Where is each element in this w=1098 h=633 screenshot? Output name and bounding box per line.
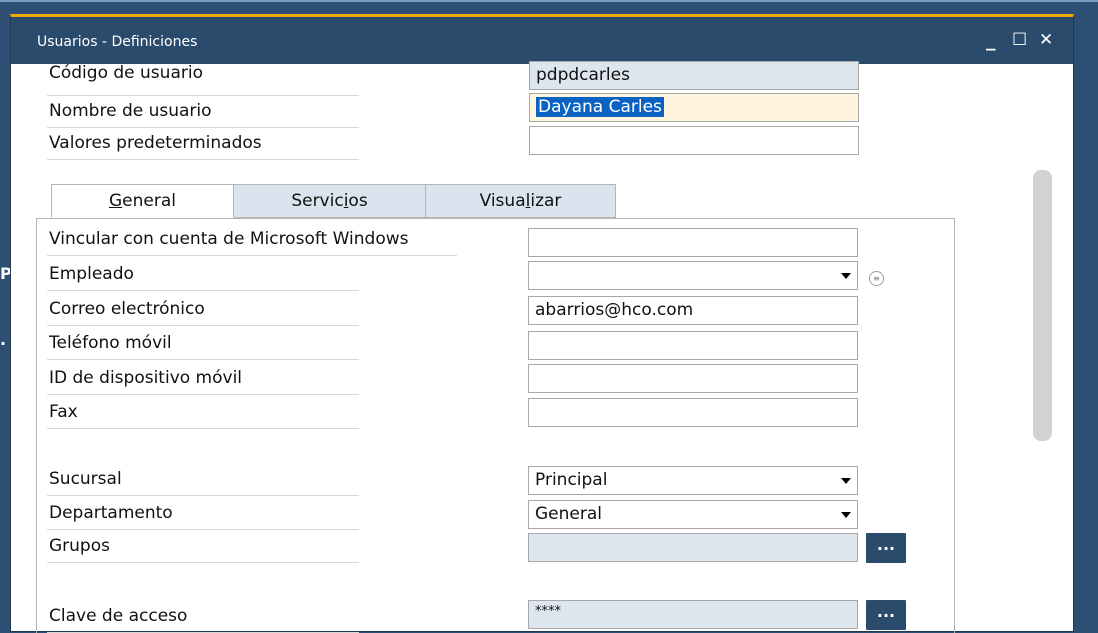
user-definitions-window: Usuarios - Definiciones _ ☐ ✕ Código de …: [10, 14, 1074, 633]
password-label: Clave de acceso: [49, 606, 188, 626]
user-code-field[interactable]: pdpdcarles: [529, 61, 859, 90]
user-name-selected-text: Dayana Carles: [536, 97, 664, 117]
password-change-button[interactable]: ...: [866, 600, 906, 630]
department-select[interactable]: General: [528, 500, 858, 529]
fax-label: Fax: [49, 402, 78, 422]
branch-select[interactable]: Principal: [528, 466, 858, 495]
branch-label: Sucursal: [49, 469, 122, 489]
mobile-device-field[interactable]: [528, 364, 858, 393]
user-code-row: Código de usuario: [47, 63, 359, 96]
window-title: Usuarios - Definiciones: [37, 34, 198, 50]
mobile-phone-row: Teléfono móvil: [47, 328, 359, 360]
mobile-device-row: ID de dispositivo móvil: [47, 363, 359, 395]
tab-general[interactable]: General: [51, 184, 234, 218]
branch-row: Sucursal: [47, 464, 359, 496]
tab-display[interactable]: Visualizar: [425, 184, 616, 218]
windows-account-field[interactable]: [528, 228, 858, 257]
windows-account-row: Vincular con cuenta de Microsoft Windows: [47, 224, 457, 256]
user-name-label: Nombre de usuario: [49, 101, 212, 121]
password-row: Clave de acceso: [47, 601, 359, 633]
department-label: Departamento: [49, 503, 173, 523]
user-code-label: Código de usuario: [49, 63, 203, 83]
chevron-down-icon: [841, 273, 851, 279]
employee-label: Empleado: [49, 264, 134, 284]
chevron-down-icon: [841, 478, 851, 484]
groups-row: Grupos: [47, 531, 359, 563]
info-circle-icon[interactable]: ≡: [869, 271, 884, 286]
email-row: Correo electrónico: [47, 294, 359, 326]
groups-browse-button[interactable]: ...: [866, 533, 906, 563]
maximize-button[interactable]: ☐: [1012, 26, 1027, 54]
employee-select[interactable]: [528, 261, 858, 290]
fax-row: Fax: [47, 397, 359, 429]
password-field[interactable]: ****: [528, 600, 858, 629]
chevron-down-icon: [841, 512, 851, 518]
background-glyph-dot: .: [0, 330, 7, 349]
user-name-field[interactable]: Dayana Carles: [529, 93, 859, 122]
close-button[interactable]: ✕: [1039, 26, 1053, 54]
groups-field[interactable]: [528, 533, 858, 562]
window-content: Código de usuario pdpdcarles Nombre de u…: [11, 61, 1073, 633]
tab-services[interactable]: Servicios: [233, 184, 426, 218]
windows-account-label: Vincular con cuenta de Microsoft Windows: [49, 229, 409, 249]
groups-label: Grupos: [49, 536, 110, 556]
minimize-button[interactable]: _: [986, 26, 996, 54]
email-field[interactable]: abarrios@hco.com: [528, 296, 858, 325]
employee-row: Empleado: [47, 259, 359, 291]
desktop-top-line: [0, 0, 1098, 2]
mobile-phone-field[interactable]: [528, 331, 858, 360]
defaults-row: Valores predeterminados: [47, 128, 359, 160]
defaults-label: Valores predeterminados: [49, 133, 262, 153]
mobile-phone-label: Teléfono móvil: [49, 333, 172, 353]
fax-field[interactable]: [528, 398, 858, 427]
department-row: Departamento: [47, 498, 359, 530]
window-titlebar[interactable]: Usuarios - Definiciones _ ☐ ✕: [11, 17, 1073, 64]
email-label: Correo electrónico: [49, 299, 205, 319]
user-name-row: Nombre de usuario: [47, 96, 359, 128]
mobile-device-label: ID de dispositivo móvil: [49, 368, 243, 388]
vertical-scrollbar-thumb[interactable]: [1033, 170, 1052, 441]
defaults-field[interactable]: [529, 126, 859, 155]
